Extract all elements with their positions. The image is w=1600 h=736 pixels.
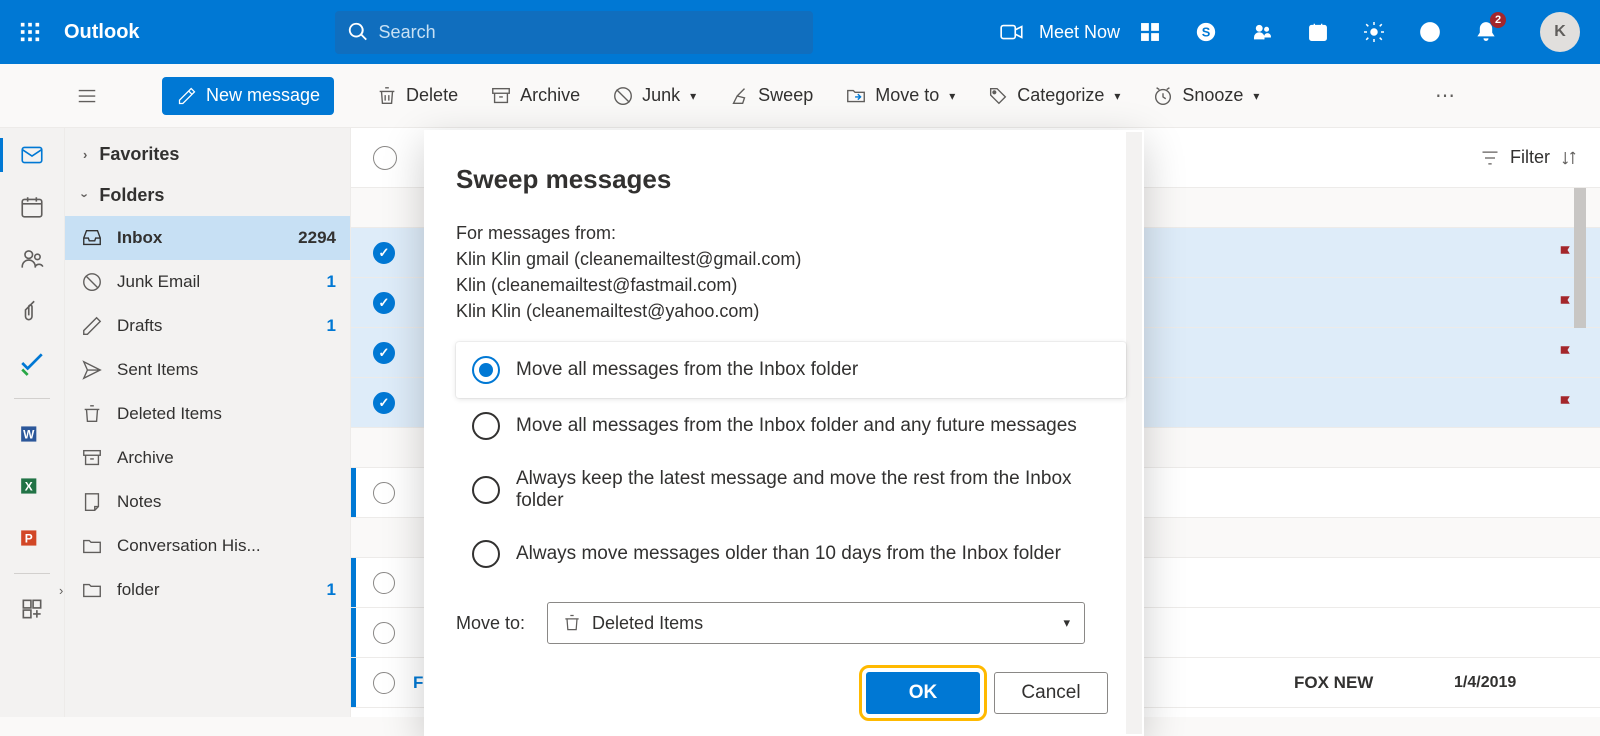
sweep-options: Move all messages from the Inbox folder … (456, 342, 1126, 582)
chevron-down-icon: ▾ (1064, 615, 1071, 631)
sweep-dialog: Sweep messages For messages from: Klin K… (424, 130, 1144, 736)
sweep-option-keep-latest[interactable]: Always keep the latest message and move … (456, 454, 1126, 526)
trash-icon (562, 613, 582, 633)
sweep-option-older-than-10[interactable]: Always move messages older than 10 days … (456, 526, 1126, 582)
ok-button[interactable]: OK (866, 672, 980, 714)
modal-overlay: Sweep messages For messages from: Klin K… (0, 0, 1600, 717)
radio-icon (472, 412, 500, 440)
radio-icon (472, 476, 500, 504)
sweep-option-move-all[interactable]: Move all messages from the Inbox folder (456, 342, 1126, 398)
move-to-label: Move to: (456, 613, 525, 634)
radio-icon (472, 356, 500, 384)
move-to-dropdown[interactable]: Deleted Items ▾ (547, 602, 1085, 644)
dialog-senders: Klin Klin gmail (cleanemailtest@gmail.co… (456, 246, 1126, 324)
sweep-option-move-all-future[interactable]: Move all messages from the Inbox folder … (456, 398, 1126, 454)
radio-icon (472, 540, 500, 568)
dialog-scrollbar[interactable] (1126, 132, 1142, 734)
dialog-from-label: For messages from: (456, 223, 1126, 244)
cancel-button[interactable]: Cancel (994, 672, 1108, 714)
dialog-title: Sweep messages (456, 164, 1126, 195)
move-to-value: Deleted Items (592, 613, 703, 634)
